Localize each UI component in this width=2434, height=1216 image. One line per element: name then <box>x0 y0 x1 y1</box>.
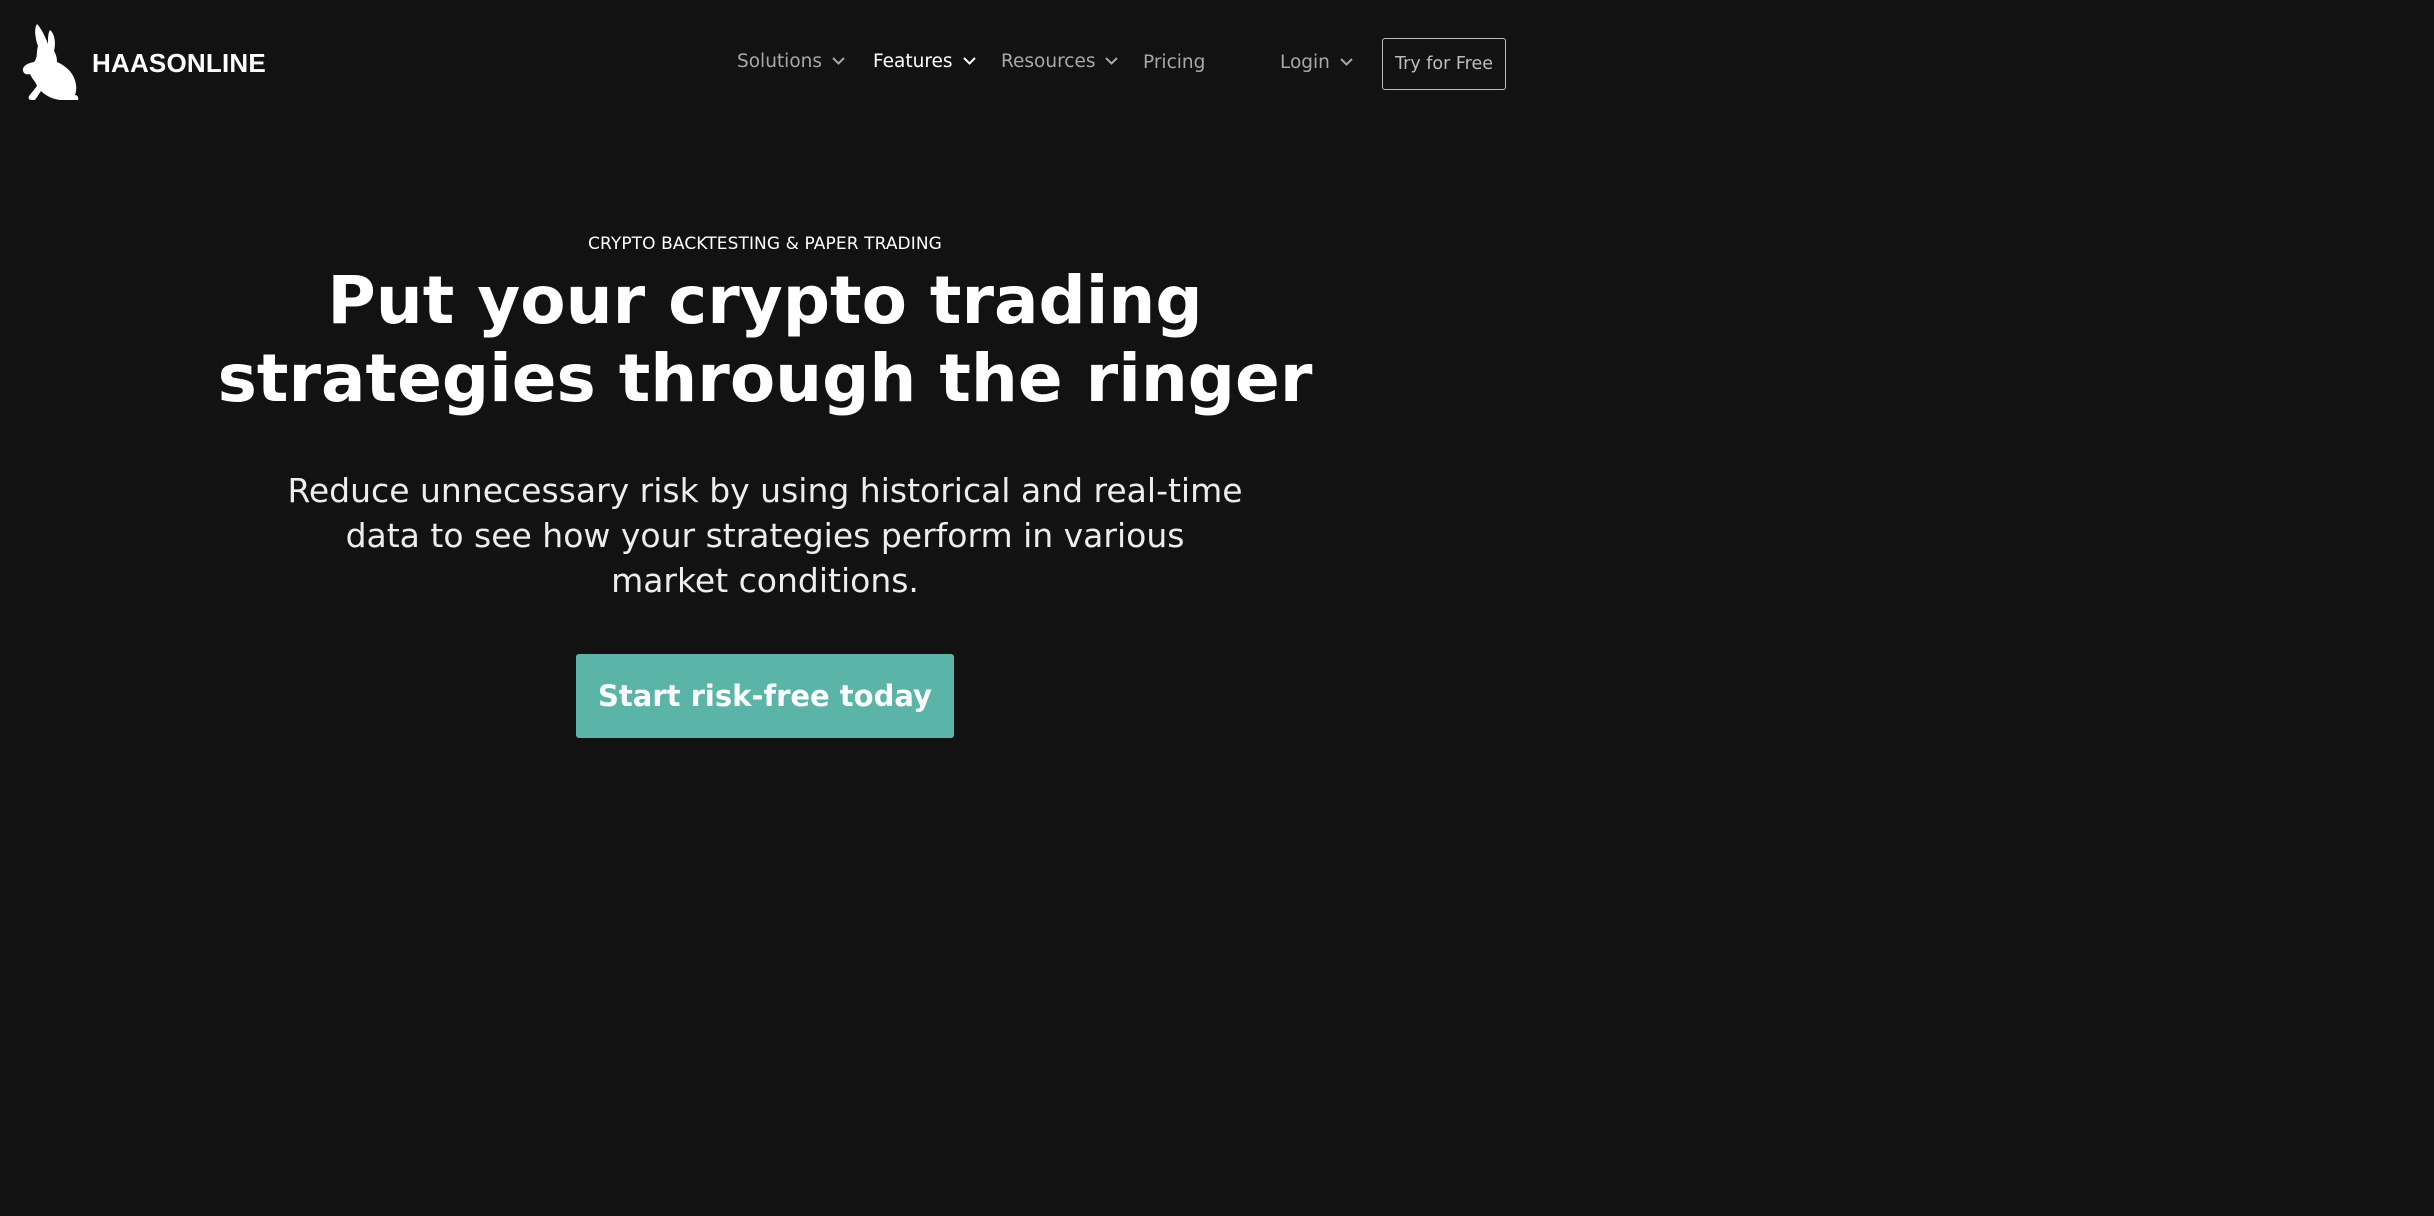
main-nav: Solutions Features Resources Pricing Log… <box>0 38 1568 92</box>
hero-subtext: Reduce unnecessary risk by using histori… <box>287 471 1243 600</box>
start-risk-free-button[interactable]: Start risk-free today <box>576 654 954 738</box>
nav-item-resources[interactable]: Resources <box>1001 34 1119 88</box>
hero-headline: Put your crypto trading strategies throu… <box>0 262 1530 418</box>
nav-item-label: Solutions <box>737 50 823 72</box>
nav-item-label: Login <box>1280 51 1330 73</box>
hero-headline-line-2: strategies through the ringer <box>217 340 1313 417</box>
chevron-down-icon <box>962 57 976 65</box>
nav-item-label: Resources <box>1001 50 1096 72</box>
hero-headline-line-1: Put your crypto trading <box>327 262 1203 339</box>
nav-item-login[interactable]: Login <box>1280 35 1353 89</box>
nav-item-features[interactable]: Features <box>873 34 976 88</box>
try-for-free-button[interactable]: Try for Free <box>1382 38 1506 90</box>
nav-item-label: Features <box>873 50 953 72</box>
nav-item-pricing[interactable]: Pricing <box>1143 35 1205 89</box>
hero-eyebrow: CRYPTO BACKTESTING & PAPER TRADING <box>588 234 942 254</box>
nav-item-label: Pricing <box>1143 51 1206 73</box>
nav-item-solutions[interactable]: Solutions <box>737 34 845 88</box>
chevron-down-icon <box>1105 57 1119 65</box>
chevron-down-icon <box>832 57 845 65</box>
landing-page: HAASONLINE Solutions Features Resources … <box>0 0 1568 783</box>
chevron-down-icon <box>1340 58 1353 66</box>
